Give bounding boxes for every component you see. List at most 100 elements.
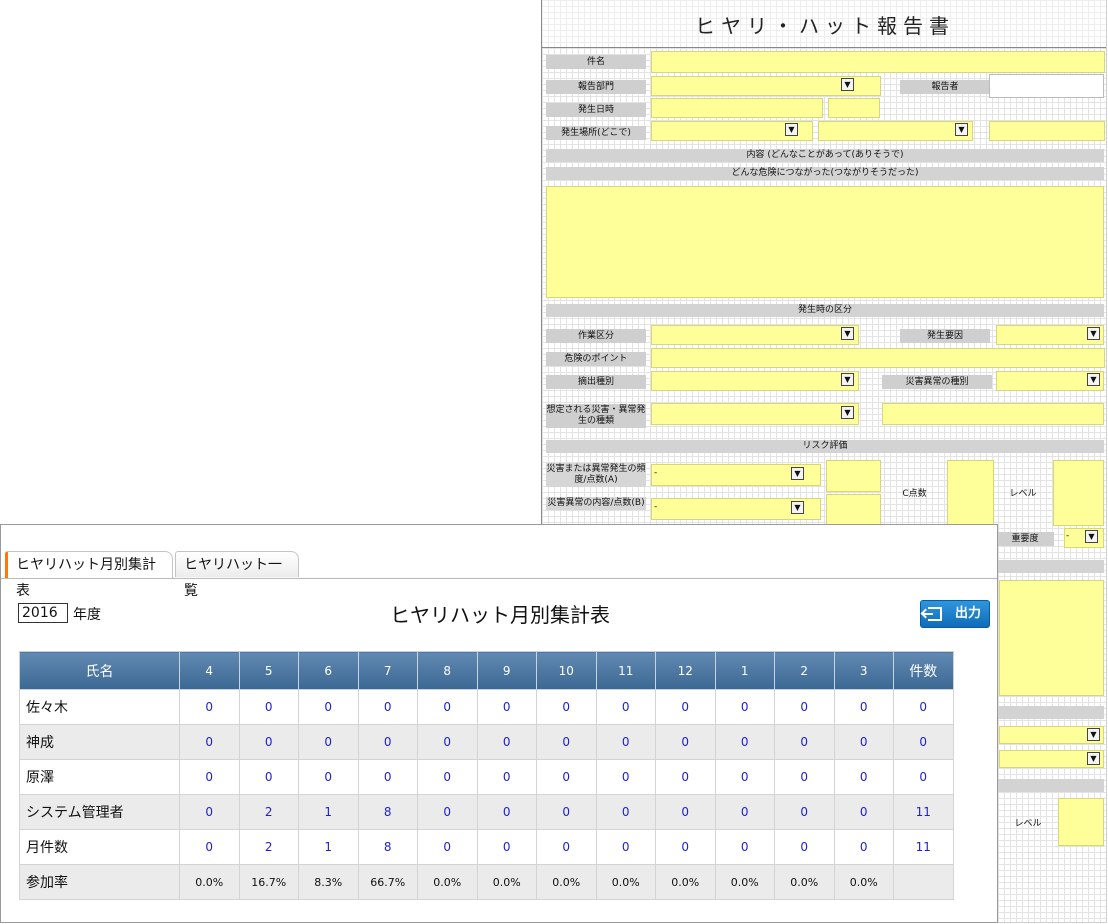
count-cell[interactable]: 0: [536, 759, 597, 795]
count-cell[interactable]: 0: [179, 689, 240, 725]
count-cell[interactable]: 0: [774, 724, 835, 760]
count-cell[interactable]: 0: [476, 759, 537, 795]
count-cell[interactable]: 0: [238, 759, 299, 795]
lower-dropdown-icon-2[interactable]: ▼: [1087, 752, 1100, 765]
count-cell[interactable]: 0: [476, 794, 537, 830]
count-cell[interactable]: 0: [595, 794, 656, 830]
count-cell[interactable]: 0: [893, 759, 954, 795]
count-cell[interactable]: 0: [595, 724, 656, 760]
count-cell[interactable]: 0: [893, 689, 954, 725]
count-cell[interactable]: 0: [179, 724, 240, 760]
count-cell[interactable]: 0: [595, 759, 656, 795]
count-cell[interactable]: 0: [714, 829, 775, 865]
count-cell[interactable]: 0: [774, 829, 835, 865]
count-cell[interactable]: 0: [417, 724, 478, 760]
frequency-dropdown-icon[interactable]: ▼: [791, 467, 804, 480]
count-cell[interactable]: 0: [536, 724, 597, 760]
work-type-dropdown-icon[interactable]: ▼: [841, 327, 854, 340]
count-cell[interactable]: 1: [298, 794, 359, 830]
count-cell[interactable]: 0: [774, 759, 835, 795]
count-cell[interactable]: 0: [774, 794, 835, 830]
count-cell[interactable]: 2: [238, 829, 299, 865]
count-cell[interactable]: 0: [714, 759, 775, 795]
count-cell[interactable]: 0: [655, 794, 716, 830]
content-textarea[interactable]: [546, 186, 1104, 298]
count-cell[interactable]: 0: [476, 829, 537, 865]
count-cell[interactable]: 0: [357, 689, 418, 725]
c-score-field[interactable]: [947, 460, 994, 526]
count-cell[interactable]: 0: [714, 689, 775, 725]
subject-field[interactable]: [651, 51, 1105, 73]
count-cell[interactable]: 8: [357, 829, 418, 865]
count-cell[interactable]: 0: [833, 724, 894, 760]
tab-incident-list[interactable]: ヒヤリハット一覧: [175, 551, 299, 599]
frequency-score-field[interactable]: [826, 460, 881, 492]
severity-score-field[interactable]: [826, 494, 881, 526]
count-cell[interactable]: 0: [714, 794, 775, 830]
count-cell[interactable]: 0: [833, 829, 894, 865]
count-cell[interactable]: 0: [298, 759, 359, 795]
count-cell[interactable]: 11: [893, 794, 954, 830]
count-cell[interactable]: 0: [893, 724, 954, 760]
level-field-2[interactable]: [1058, 798, 1104, 846]
count-cell[interactable]: 0: [417, 794, 478, 830]
count-cell[interactable]: 0: [179, 829, 240, 865]
assumed-disaster-select[interactable]: [651, 403, 859, 425]
extraction-type-select[interactable]: [651, 371, 859, 391]
count-cell[interactable]: 0: [476, 724, 537, 760]
count-cell[interactable]: 1: [298, 829, 359, 865]
date-field[interactable]: [651, 98, 823, 118]
count-cell[interactable]: 0: [417, 829, 478, 865]
count-cell[interactable]: 0: [833, 794, 894, 830]
count-cell[interactable]: 0: [714, 724, 775, 760]
count-cell[interactable]: 0: [655, 689, 716, 725]
assumed-disaster-detail-field[interactable]: [882, 403, 1104, 425]
count-cell[interactable]: 0: [179, 794, 240, 830]
count-cell[interactable]: 0: [357, 759, 418, 795]
count-cell[interactable]: 0: [476, 689, 537, 725]
count-cell[interactable]: 0: [536, 794, 597, 830]
count-cell[interactable]: 0: [357, 724, 418, 760]
danger-point-field[interactable]: [651, 348, 1105, 368]
department-dropdown-icon[interactable]: ▼: [841, 78, 854, 91]
location-dropdown-icon-1[interactable]: ▼: [785, 123, 798, 136]
assumed-disaster-dropdown-icon[interactable]: ▼: [841, 406, 854, 419]
count-cell[interactable]: 0: [655, 759, 716, 795]
count-cell[interactable]: 0: [536, 829, 597, 865]
level-field[interactable]: [1053, 460, 1104, 526]
count-cell[interactable]: 2: [238, 794, 299, 830]
cause-dropdown-icon[interactable]: ▼: [1087, 327, 1100, 340]
count-cell[interactable]: 0: [417, 689, 478, 725]
reporter-field[interactable]: [989, 74, 1104, 98]
export-button[interactable]: 出力: [920, 600, 990, 628]
lower-textarea[interactable]: [999, 580, 1104, 696]
count-cell[interactable]: 0: [298, 724, 359, 760]
count-cell[interactable]: 0: [774, 689, 835, 725]
count-cell[interactable]: 0: [417, 759, 478, 795]
importance-dropdown-icon[interactable]: ▼: [1085, 530, 1098, 543]
count-cell[interactable]: 0: [536, 689, 597, 725]
count-cell[interactable]: 0: [833, 689, 894, 725]
lower-dropdown-icon-1[interactable]: ▼: [1087, 728, 1100, 741]
location-dropdown-icon-2[interactable]: ▼: [955, 123, 968, 136]
count-cell[interactable]: 8: [357, 794, 418, 830]
tab-monthly-summary[interactable]: ヒヤリハット月別集計表: [5, 551, 173, 599]
count-cell[interactable]: 0: [298, 689, 359, 725]
count-cell[interactable]: 0: [595, 829, 656, 865]
work-type-select[interactable]: [651, 325, 859, 345]
count-cell[interactable]: 0: [655, 724, 716, 760]
importance-select[interactable]: [1064, 528, 1104, 548]
count-cell[interactable]: 11: [893, 829, 954, 865]
count-cell[interactable]: 0: [595, 689, 656, 725]
count-cell[interactable]: 0: [833, 759, 894, 795]
severity-dropdown-icon[interactable]: ▼: [791, 501, 804, 514]
count-cell[interactable]: 0: [238, 724, 299, 760]
disaster-type-dropdown-icon[interactable]: ▼: [1087, 373, 1100, 386]
location-detail-field[interactable]: [989, 121, 1105, 141]
count-cell[interactable]: 0: [179, 759, 240, 795]
count-cell[interactable]: 0: [238, 689, 299, 725]
extraction-type-dropdown-icon[interactable]: ▼: [841, 373, 854, 386]
location-select-2[interactable]: [818, 121, 973, 141]
count-cell[interactable]: 0: [655, 829, 716, 865]
time-field[interactable]: [828, 98, 880, 118]
